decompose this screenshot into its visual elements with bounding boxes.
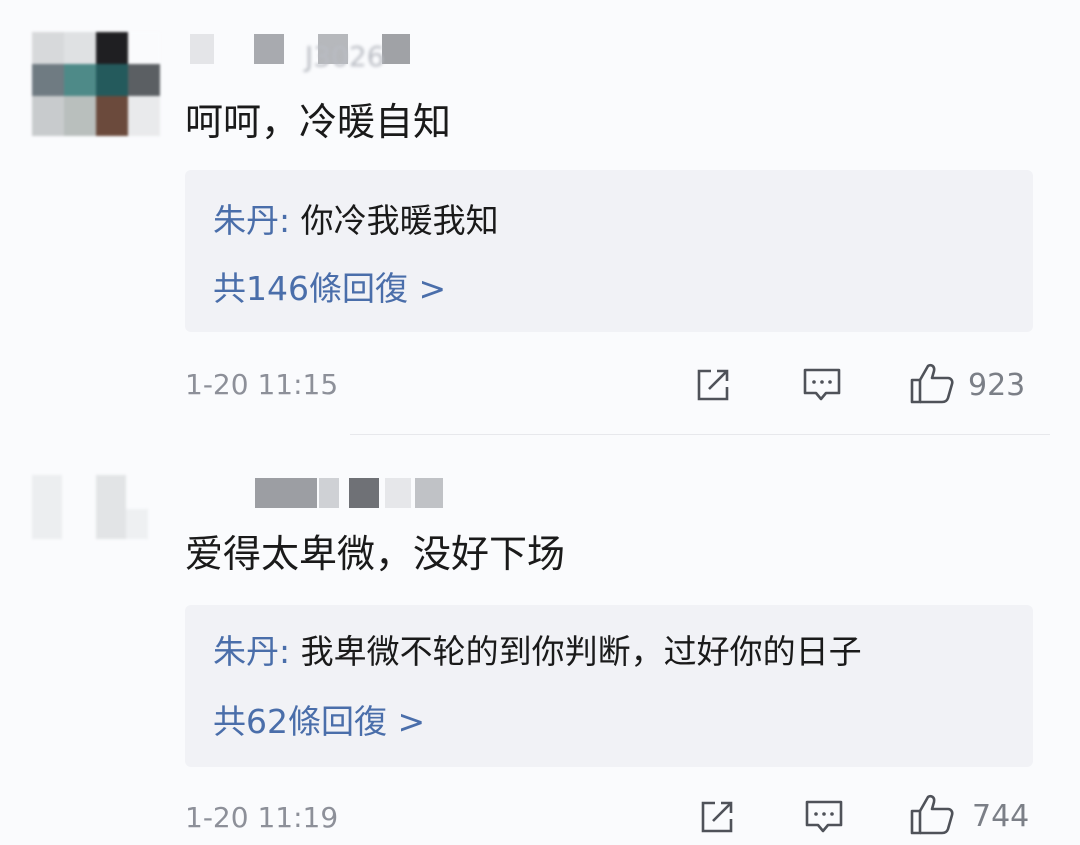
comment-button[interactable] [801, 365, 843, 405]
share-icon [701, 801, 733, 833]
reply-preview[interactable]: 朱丹: 你冷我暖我知 共146條回復 > [185, 170, 1033, 332]
reply-text: 我卑微不轮的到你判断，过好你的日子 [300, 632, 862, 671]
like-button[interactable] [908, 791, 956, 837]
reply-separator: : [279, 632, 301, 671]
like-count: 744 [972, 799, 1030, 834]
reply-count-link[interactable]: 共62條回復 > [213, 701, 425, 743]
comment-timestamp: 1-20 11:19 [185, 801, 339, 834]
avatar[interactable] [32, 475, 160, 579]
username-suffix: J3026 [305, 40, 385, 73]
comment-item: 爱得太卑微，没好下场 朱丹: 我卑微不轮的到你判断，过好你的日子 共62條回復 … [0, 435, 1080, 845]
share-button[interactable] [697, 797, 737, 837]
comment-icon [805, 800, 843, 833]
username-masked[interactable] [255, 478, 445, 508]
reply-separator: : [279, 201, 301, 240]
thumbs-up-icon [910, 794, 954, 835]
reply-author[interactable]: 朱丹 [213, 201, 279, 240]
comment-text: 爱得太卑微，没好下场 [185, 532, 566, 576]
reply-line: 朱丹: 我卑微不轮的到你判断，过好你的日子 [213, 631, 862, 673]
share-icon [697, 369, 729, 401]
reply-preview[interactable]: 朱丹: 我卑微不轮的到你判断，过好你的日子 共62條回復 > [185, 605, 1033, 767]
like-count: 923 [968, 368, 1026, 403]
comment-button[interactable] [803, 797, 845, 837]
reply-line: 朱丹: 你冷我暖我知 [213, 200, 499, 242]
like-button[interactable] [908, 360, 956, 406]
comment-text: 呵呵，冷暖自知 [185, 100, 452, 144]
reply-text: 你冷我暖我知 [300, 201, 499, 240]
share-button[interactable] [693, 365, 733, 405]
reply-count-link[interactable]: 共146條回復 > [213, 268, 446, 310]
avatar[interactable] [32, 32, 160, 136]
reply-author[interactable]: 朱丹 [213, 632, 279, 671]
comment-timestamp: 1-20 11:15 [185, 368, 339, 401]
thumbs-up-icon [910, 363, 954, 404]
comment-item: J3026 呵呵，冷暖自知 朱丹: 你冷我暖我知 共146條回復 > 1-20 … [0, 0, 1080, 435]
comment-icon [803, 368, 841, 401]
